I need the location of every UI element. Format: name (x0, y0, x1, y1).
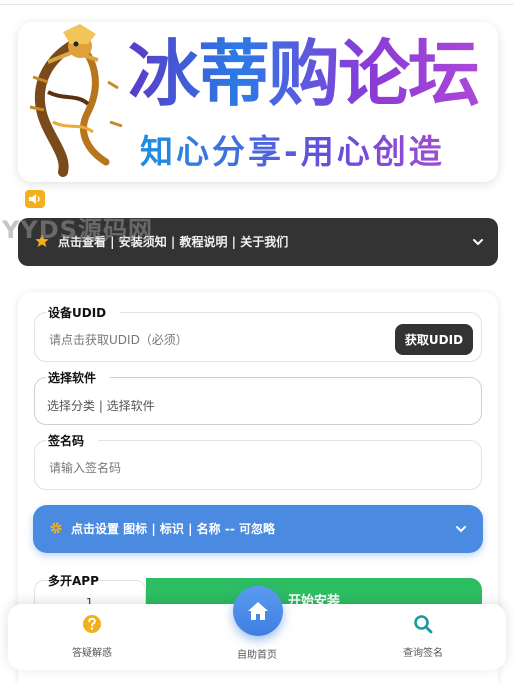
sign-code-input[interactable]: 请输入签名码 (49, 459, 121, 476)
nav-item-faq[interactable]: 答疑解惑 (32, 604, 152, 670)
chevron-down-icon (473, 239, 483, 246)
multi-app-label: 多开APP (48, 574, 99, 588)
banner-subtitle: 知心分享-用心创造 (140, 128, 496, 176)
banner-title: 冰蒂购论坛 (128, 28, 496, 120)
home-button[interactable] (233, 586, 283, 636)
nav-label-home: 自助首页 (237, 650, 277, 661)
home-icon (248, 602, 268, 620)
settings-bar-text: 点击设置 图标 | 标识 | 名称 -- 可忽略 (71, 522, 275, 536)
sign-code-field[interactable]: 请输入签名码 (34, 440, 482, 490)
nav-label-faq: 答疑解惑 (72, 648, 112, 659)
settings-bar[interactable]: 点击设置 图标 | 标识 | 名称 -- 可忽略 (33, 505, 483, 553)
question-icon (83, 615, 101, 633)
forum-banner: 冰蒂购论坛 知心分享-用心创造 (18, 22, 498, 182)
software-label: 选择软件 (46, 370, 111, 386)
search-icon (414, 615, 433, 634)
nav-item-query[interactable]: 查询签名 (363, 604, 483, 670)
udid-input[interactable]: 请点击获取UDID（必须） (49, 331, 188, 348)
udid-label: 设备UDID (46, 305, 121, 321)
top-divider (0, 4, 514, 5)
chevron-down-icon (456, 526, 466, 533)
software-select-value: 选择分类 | 选择软件 (47, 399, 155, 413)
get-udid-button[interactable]: 获取UDID (395, 324, 473, 355)
speaker-icon[interactable] (25, 190, 45, 208)
watermark-text: YYDS源码网 (2, 216, 153, 244)
nav-label-query: 查询签名 (403, 648, 443, 659)
dragon-logo-icon (29, 24, 123, 177)
sign-code-label: 签名码 (46, 433, 99, 449)
gear-icon (50, 522, 62, 534)
